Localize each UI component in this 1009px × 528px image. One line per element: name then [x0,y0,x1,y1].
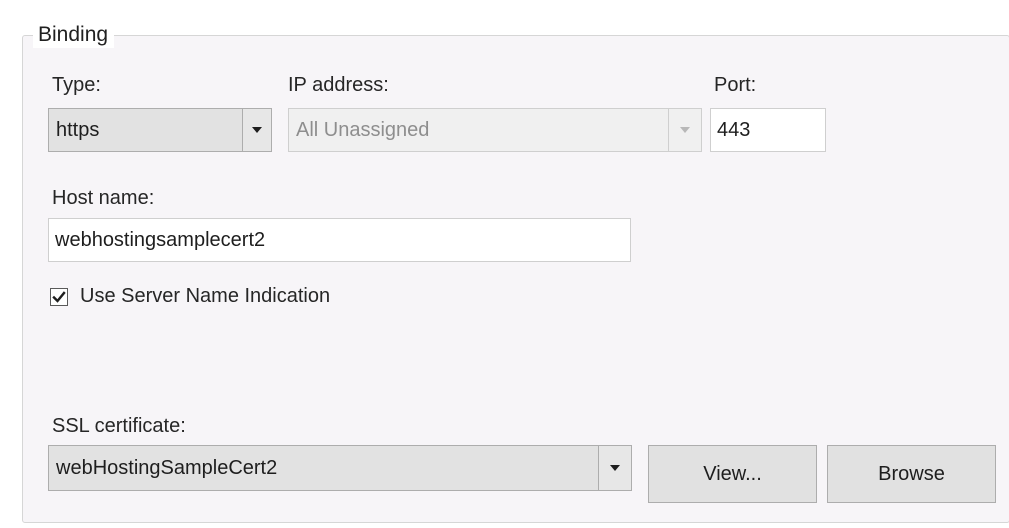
type-label: Type: [52,74,101,96]
sni-checkbox[interactable] [50,287,68,306]
chevron-down-icon[interactable] [598,446,631,490]
ssl-certificate-select[interactable]: webHostingSampleCert2 [48,445,632,491]
port-label: Port: [714,74,757,96]
binding-group-title: Binding [33,22,115,48]
ip-address-select[interactable]: All Unassigned [288,108,702,152]
sni-checkbox-row[interactable]: Use Server Name Indication [50,285,330,308]
chevron-down-icon[interactable] [242,109,271,151]
port-input[interactable]: 443 [710,108,826,152]
sni-checkbox-label: Use Server Name Indication [80,285,331,307]
chevron-down-icon[interactable] [668,109,701,151]
ssl-certificate-select-value: webHostingSampleCert2 [56,456,278,479]
binding-dialog: Binding Type: https IP address: All Unas… [0,0,1009,528]
type-select[interactable]: https [48,108,272,152]
checkmark-icon [52,290,66,303]
ip-address-select-value: All Unassigned [296,118,430,141]
type-select-value: https [56,118,100,141]
host-name-label: Host name: [52,187,155,209]
ssl-certificate-label: SSL certificate: [52,415,186,437]
host-name-input[interactable]: webhostingsamplecert2 [48,218,631,262]
ip-address-label: IP address: [288,74,389,96]
view-button[interactable]: View... [648,445,817,503]
browse-button[interactable]: Browse [827,445,996,503]
